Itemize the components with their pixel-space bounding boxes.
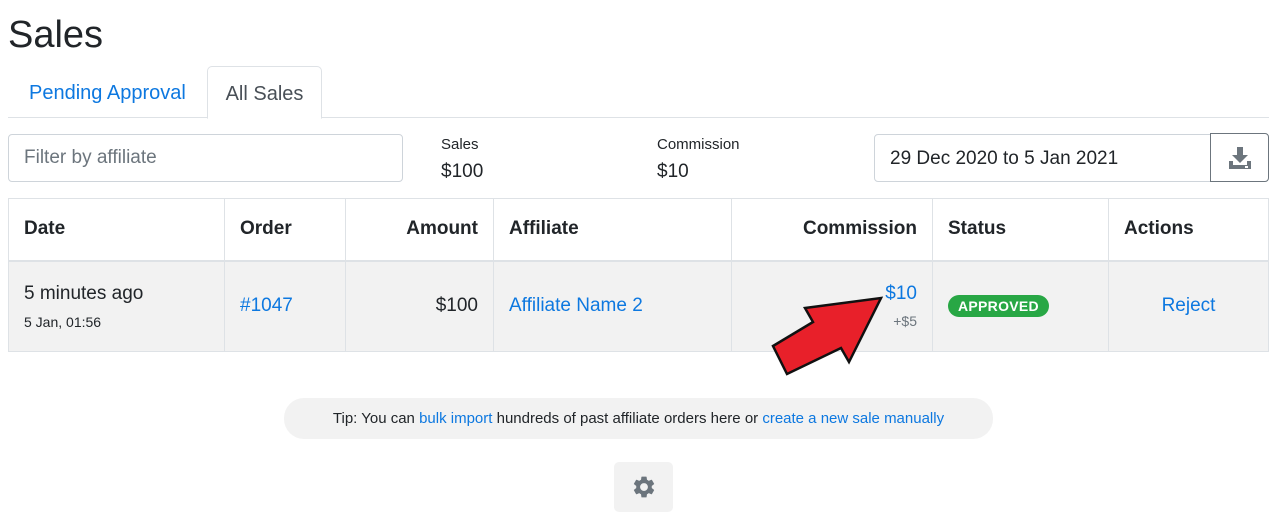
affiliate-cell: Affiliate Name 2 [493, 260, 732, 352]
tip-bar: Tip: You can bulk import hundreds of pas… [284, 398, 993, 439]
header-date: Date [8, 198, 225, 262]
affiliate-link[interactable]: Affiliate Name 2 [509, 295, 643, 316]
order-link[interactable]: #1047 [240, 295, 293, 316]
settings-button[interactable] [614, 462, 673, 512]
commission-label: Commission [657, 136, 740, 153]
date-cell: 5 minutes ago 5 Jan, 01:56 [8, 260, 225, 352]
time-exact: 5 Jan, 01:56 [24, 313, 102, 330]
bulk-import-link[interactable]: bulk import [419, 410, 492, 427]
table-row: 5 minutes ago 5 Jan, 01:56 #1047 $100 Af… [8, 260, 1269, 352]
filter-affiliate-input[interactable] [8, 134, 403, 182]
header-order: Order [224, 198, 346, 262]
date-range-picker[interactable]: 29 Dec 2020 to 5 Jan 2021 [874, 134, 1212, 182]
header-amount: Amount [345, 198, 494, 262]
page-title: Sales [8, 14, 104, 56]
sales-value: $100 [441, 161, 484, 182]
commission-value: $10 [657, 161, 689, 182]
header-commission: Commission [731, 198, 933, 262]
status-cell: APPROVED [932, 260, 1109, 352]
commission-stat: Commission $10 [657, 136, 740, 183]
download-button[interactable] [1210, 133, 1269, 182]
red-arrow [771, 296, 884, 376]
download-icon [1228, 146, 1251, 169]
table-header-row: Date Order Amount Affiliate Commission S… [8, 198, 1269, 262]
sales-stat: Sales $100 [441, 136, 483, 183]
header-actions: Actions [1108, 198, 1269, 262]
reject-link[interactable]: Reject [1162, 295, 1216, 316]
tip-prefix: Tip: You can [332, 410, 420, 427]
sales-label: Sales [441, 136, 479, 153]
header-affiliate: Affiliate [493, 198, 732, 262]
tabs: Pending Approval All Sales [8, 66, 1269, 119]
time-ago: 5 minutes ago [24, 282, 144, 304]
order-cell: #1047 [224, 260, 346, 352]
header-status: Status [932, 198, 1109, 262]
status-badge: APPROVED [948, 295, 1049, 318]
amount-cell: $100 [345, 260, 494, 352]
tab-all-sales[interactable]: All Sales [207, 66, 322, 119]
sales-table: Date Order Amount Affiliate Commission S… [8, 198, 1269, 352]
create-sale-link[interactable]: create a new sale manually [762, 410, 944, 427]
tab-pending-approval[interactable]: Pending Approval [8, 66, 207, 118]
tip-middle: hundreds of past affiliate orders here o… [492, 410, 763, 427]
actions-cell: Reject [1108, 260, 1269, 352]
gear-icon [633, 476, 654, 498]
